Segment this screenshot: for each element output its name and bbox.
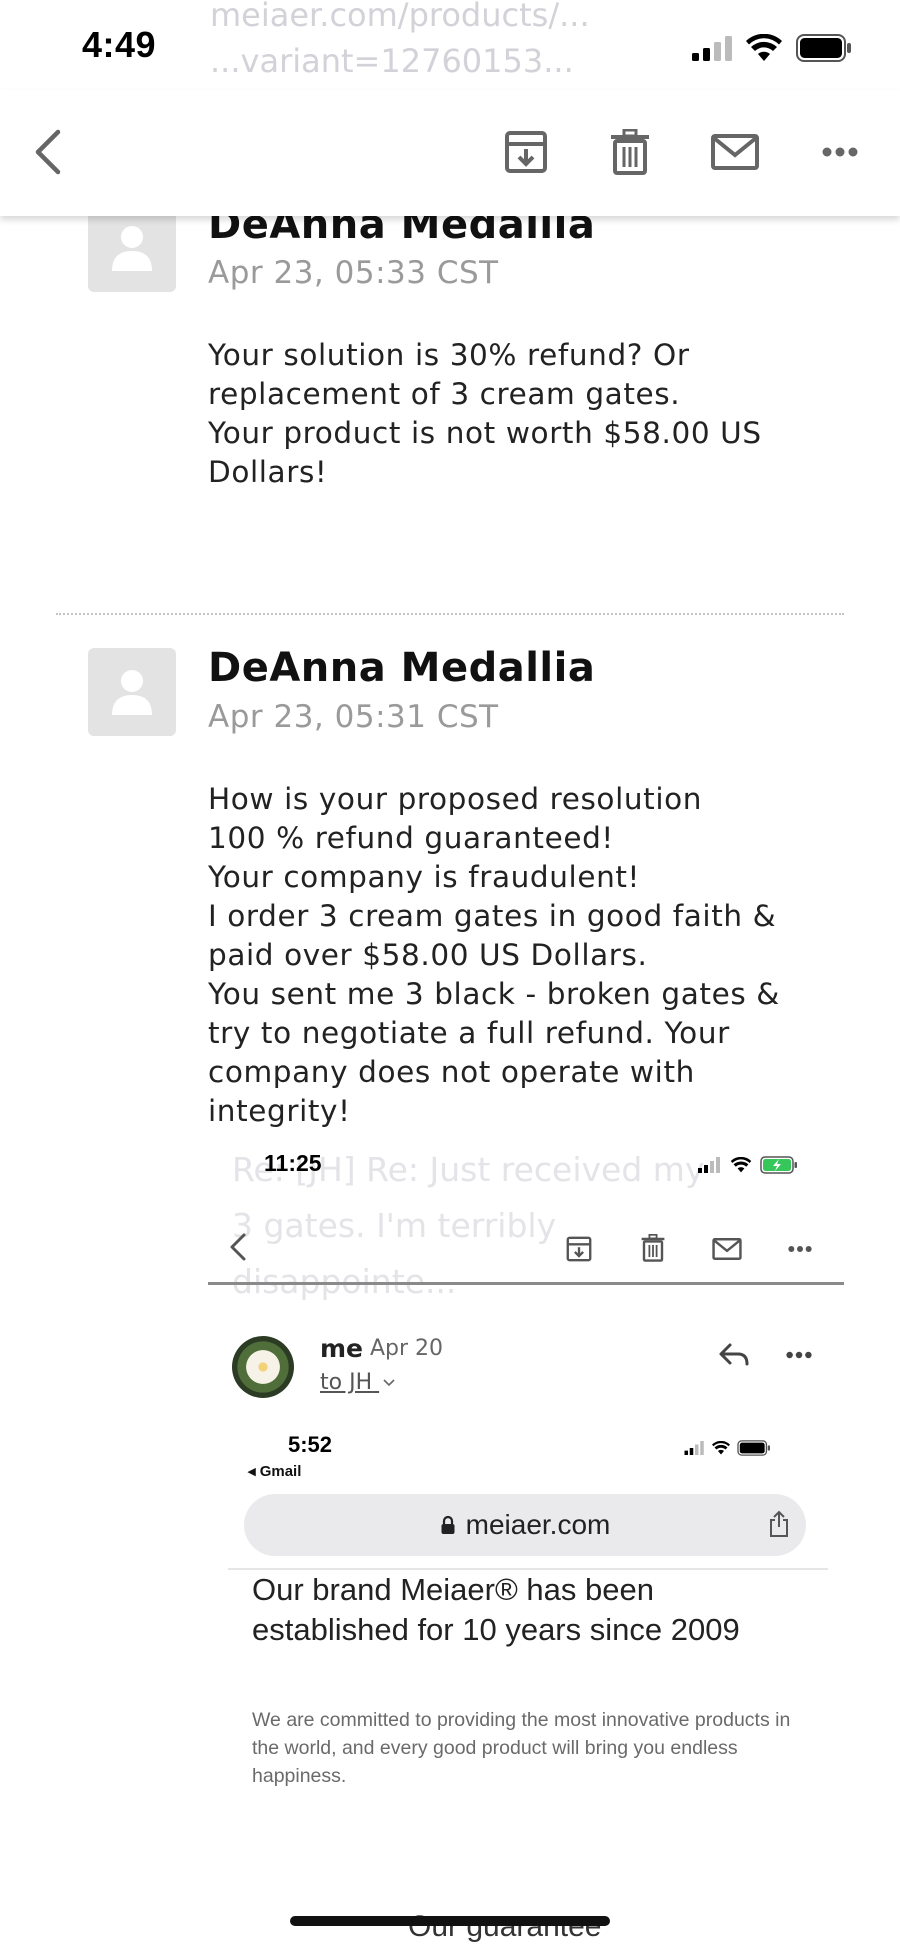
sender-name: me [320, 1334, 364, 1363]
archive-icon [505, 131, 547, 173]
body-line: Your company is fraudulent! [208, 860, 640, 894]
body-line: integrity! [208, 1094, 351, 1128]
body-line: How is your proposed resolution [208, 782, 703, 816]
body-line: Your product is not worth $58.00 US [208, 416, 762, 450]
back-to-gmail-link[interactable]: ◂ Gmail [248, 1462, 301, 1480]
mail-toolbar [0, 90, 900, 216]
body-line: Your solution is 30% refund? Or [208, 338, 690, 372]
body-line: paid over $58.00 US Dollars. [208, 938, 648, 972]
wifi-icon [746, 34, 782, 61]
more-icon[interactable] [786, 1351, 812, 1359]
archive-icon[interactable] [566, 1236, 592, 1262]
lock-icon [441, 1515, 455, 1534]
inner-status-time: 5:52 [288, 1432, 333, 1457]
delete-button[interactable] [598, 120, 662, 184]
message-divider [56, 613, 844, 615]
reply-icon[interactable] [718, 1342, 750, 1368]
more-icon [822, 147, 858, 157]
avatar [232, 1336, 294, 1398]
trash-icon[interactable] [641, 1234, 665, 1262]
recipient-link[interactable]: to JH [320, 1370, 395, 1395]
url-text: meiaer.com [465, 1509, 611, 1540]
message-body: Your solution is 30% refund? Or replacem… [208, 336, 762, 492]
message-date: Apr 23, 05:33 CST [208, 255, 499, 291]
body-line: I order 3 cream gates in good faith & [208, 899, 777, 933]
avatar [88, 648, 176, 736]
body-line: You sent me 3 black - broken gates & [208, 977, 780, 1011]
archive-button[interactable] [494, 120, 558, 184]
body-line: replacement of 3 cream gates. [208, 377, 681, 411]
trash-icon [611, 129, 649, 175]
embedded-toolbar-border [208, 1282, 844, 1285]
page-subtext: We are committed to providing the most i… [252, 1709, 791, 1787]
mark-unread-button[interactable] [703, 120, 767, 184]
sender-name: DeAnna Medallia [208, 645, 596, 691]
message-body: How is your proposed resolution 100 % re… [208, 780, 780, 1131]
body-line: Dollars! [208, 455, 328, 489]
back-icon [35, 129, 61, 175]
page-headline: Our brand Meiaer® has been established f… [252, 1572, 740, 1647]
wifi-icon [730, 1157, 752, 1173]
embedded-status-icons [698, 1156, 798, 1174]
share-icon[interactable] [768, 1510, 790, 1538]
battery-icon [737, 1440, 770, 1456]
status-icons [692, 34, 852, 62]
signal-icon [698, 1157, 720, 1173]
recipient-label: to JH [320, 1370, 373, 1395]
wifi-icon [712, 1441, 730, 1455]
signal-icon [692, 36, 732, 61]
person-icon [112, 226, 152, 271]
back-icon[interactable] [228, 1232, 248, 1262]
inner-status-icons [684, 1440, 772, 1456]
body-line: 100 % refund guaranteed! [208, 821, 614, 855]
mail-icon [711, 134, 759, 170]
more-button[interactable] [808, 120, 872, 184]
body-line: try to negotiate a full refund. Your [208, 1016, 730, 1050]
chevron-down-icon [383, 1379, 395, 1387]
battery-icon [796, 34, 851, 62]
person-icon [112, 670, 152, 715]
back-button[interactable] [16, 120, 80, 184]
signal-icon [684, 1441, 704, 1455]
home-indicator[interactable] [290, 1916, 610, 1926]
message-date: Apr 23, 05:31 CST [208, 699, 499, 735]
battery-charging-icon [760, 1156, 797, 1174]
embedded-status-time: 11:25 [264, 1150, 322, 1176]
message-date: Apr 20 [370, 1336, 444, 1361]
ghost-url-text: meiaer.com/products/... ...variant=12760… [210, 0, 590, 80]
avatar [88, 204, 176, 292]
url-bar[interactable]: meiaer.com [244, 1494, 806, 1556]
more-icon[interactable] [788, 1245, 812, 1253]
body-line: company does not operate with [208, 1055, 695, 1089]
mail-icon[interactable] [712, 1238, 742, 1260]
status-time: 4:49 [82, 24, 157, 65]
embedded-screenshot[interactable]: Re: [JH] Re: Just received my 3 gates. I… [208, 1140, 844, 1947]
